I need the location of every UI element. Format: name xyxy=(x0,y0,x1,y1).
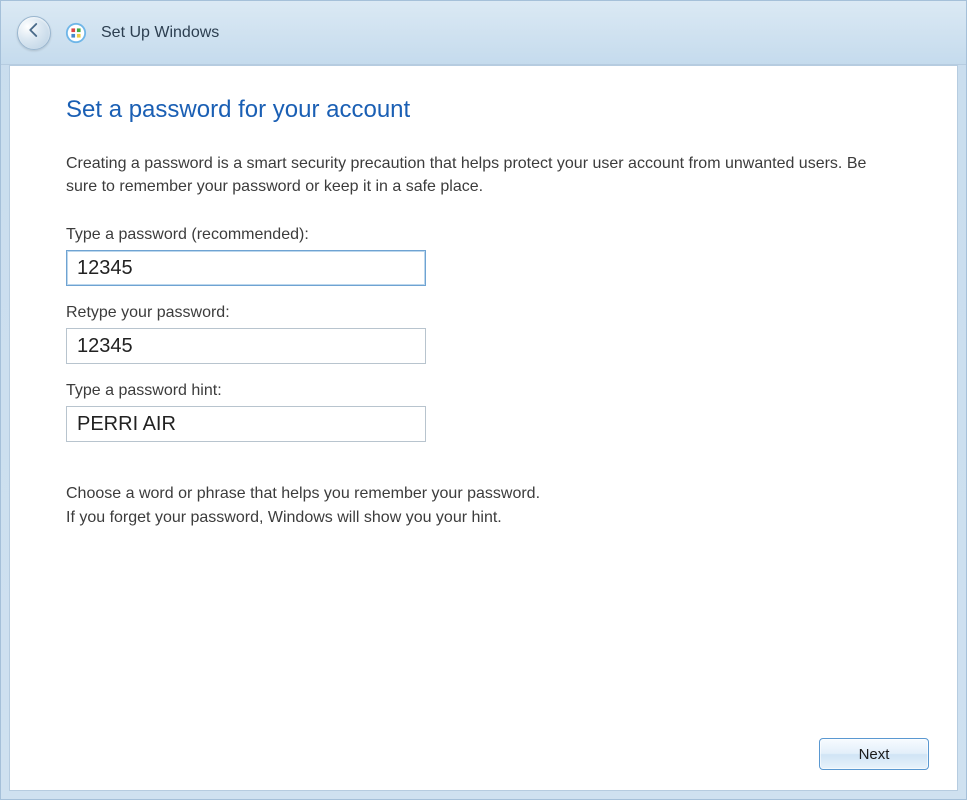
next-button[interactable]: Next xyxy=(819,738,929,770)
hint-label: Type a password hint: xyxy=(66,382,901,400)
retype-label: Retype your password: xyxy=(66,304,901,322)
password-label: Type a password (recommended): xyxy=(66,226,901,244)
back-button[interactable] xyxy=(17,16,51,50)
footer: Next xyxy=(819,738,929,770)
setup-window: Set Up Windows Set a password for your a… xyxy=(0,0,967,800)
titlebar: Set Up Windows xyxy=(1,1,966,65)
content-area: Set a password for your account Creating… xyxy=(9,65,958,791)
windows-setup-icon xyxy=(65,22,87,44)
password-field-group: Type a password (recommended): xyxy=(66,226,901,286)
retype-password-input[interactable] xyxy=(66,328,426,364)
back-arrow-icon xyxy=(25,21,43,44)
window-title: Set Up Windows xyxy=(101,24,219,42)
page-description: Creating a password is a smart security … xyxy=(66,152,886,198)
password-hint-input[interactable] xyxy=(66,406,426,442)
hint-help-line1: Choose a word or phrase that helps you r… xyxy=(66,482,901,506)
retype-field-group: Retype your password: xyxy=(66,304,901,364)
page-heading: Set a password for your account xyxy=(66,96,901,124)
hint-help-line2: If you forget your password, Windows wil… xyxy=(66,506,901,530)
password-input[interactable] xyxy=(66,250,426,286)
hint-help-text: Choose a word or phrase that helps you r… xyxy=(66,482,901,530)
hint-field-group: Type a password hint: xyxy=(66,382,901,442)
